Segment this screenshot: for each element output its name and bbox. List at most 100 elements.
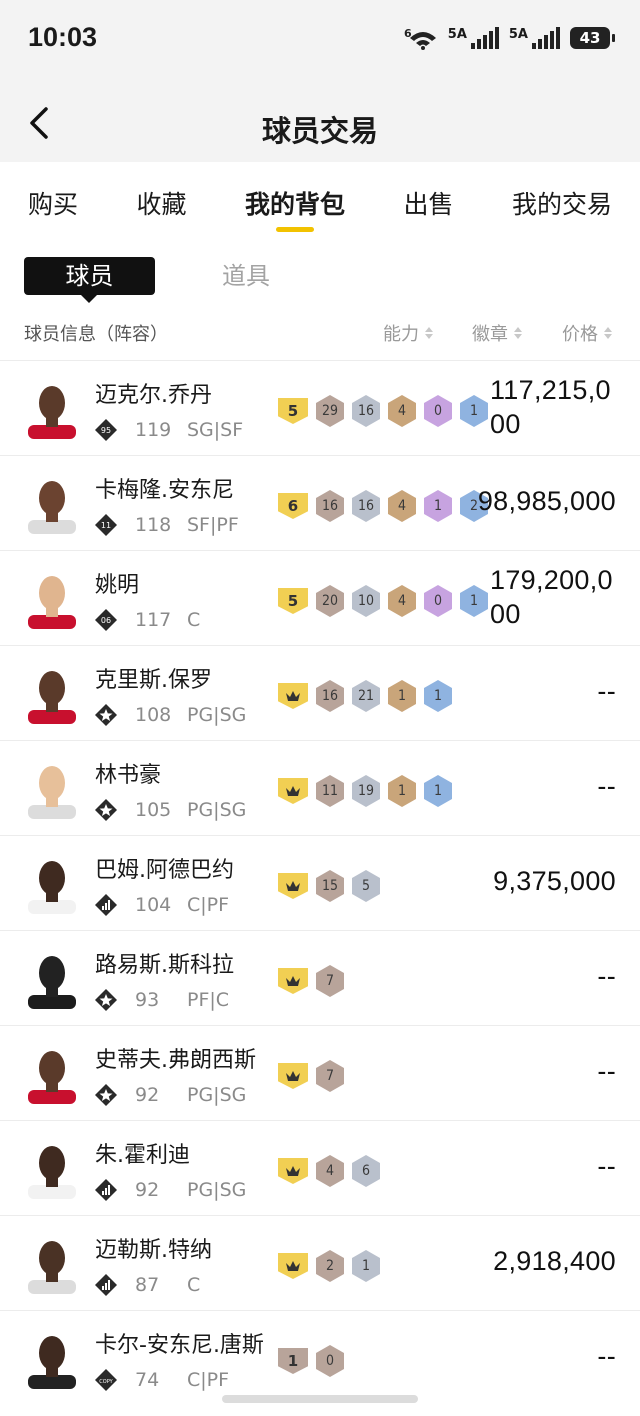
player-badges: 6 16 16 4 1 2 <box>278 490 488 522</box>
player-position: C|PF <box>187 1369 230 1391</box>
badge-count-copper: 16 <box>316 490 344 522</box>
player-name: 朱.霍利迪 <box>95 1143 190 1168</box>
player-overall: 87 <box>135 1274 160 1296</box>
badge-count-bronze: 4 <box>388 585 416 617</box>
player-badges: 10 <box>278 1345 344 1377</box>
player-avatar <box>28 1051 76 1104</box>
badge-count-purple: 0 <box>424 395 452 427</box>
crown-level-icon <box>278 1253 308 1279</box>
player-position: C|PF <box>187 894 230 916</box>
player-price: -- <box>597 1341 616 1371</box>
player-row[interactable]: 史蒂夫.弗朗西斯 92 PG|SG 7 -- <box>0 1025 640 1120</box>
player-avatar <box>28 956 76 1009</box>
player-row[interactable]: 卡梅隆.安东尼 11 118 SF|PF 6 16 16 4 1 2 98,985,000 <box>0 455 640 550</box>
sort-price-label: 价格 <box>562 324 598 345</box>
player-position: SF|PF <box>187 514 239 536</box>
tab-favorites[interactable]: 收藏 <box>136 162 186 240</box>
signal-icon-1: 5A <box>448 27 499 49</box>
player-row[interactable]: 巴姆.阿德巴约 104 C|PF 15 5 9,375,000 <box>0 835 640 930</box>
home-indicator[interactable] <box>222 1395 418 1403</box>
player-meta: 95 119 SG|SF <box>95 419 243 441</box>
player-name: 林书豪 <box>95 763 162 788</box>
player-row[interactable]: 克里斯.保罗 108 PG|SG 16 21 1 1 -- <box>0 645 640 740</box>
star-tier-icon <box>95 1084 117 1106</box>
crown-level-icon <box>278 873 308 899</box>
player-overall: 117 <box>135 609 172 631</box>
star-tier-icon <box>95 989 117 1011</box>
player-badges: 16 21 1 1 <box>278 680 452 712</box>
player-badges: 7 <box>278 1060 344 1092</box>
player-avatar <box>28 1146 76 1199</box>
player-overall: 105 <box>135 799 172 821</box>
column-header: 球员信息（阵容） 能力 徽章 价格 <box>0 318 640 358</box>
player-overall: 92 <box>135 1179 160 1201</box>
badge-count-blue: 1 <box>460 395 488 427</box>
player-list: 迈克尔.乔丹 95 119 SG|SF 5 29 16 4 0 1 117,215,000… <box>0 360 640 1405</box>
player-badges: 5 20 10 4 0 1 <box>278 585 488 617</box>
tier-label: 06 <box>101 616 111 625</box>
status-icons: 6 5A 5A 43 <box>404 26 615 50</box>
player-name: 姚明 <box>95 573 140 598</box>
tier-95-icon: 95 <box>95 419 117 441</box>
badge-count-bronze: 1 <box>388 775 416 807</box>
player-avatar <box>28 1336 76 1389</box>
badge-count-copper: 7 <box>316 1060 344 1092</box>
player-price: 98,985,000 <box>477 486 616 516</box>
player-price: -- <box>597 961 616 991</box>
sort-badge[interactable]: 徽章 <box>472 320 522 346</box>
player-meta: 92 PG|SG <box>95 1179 246 1201</box>
player-position: C <box>187 1274 201 1296</box>
player-overall: 118 <box>135 514 172 536</box>
sort-ability[interactable]: 能力 <box>383 320 433 346</box>
badge-count-copper: 0 <box>316 1345 344 1377</box>
badge-count-copper: 7 <box>316 965 344 997</box>
nav-bar: 球员交易 <box>0 80 640 162</box>
player-meta: 104 C|PF <box>95 894 229 916</box>
battery-icon: 43 <box>570 27 615 49</box>
player-price: -- <box>597 676 616 706</box>
sort-price[interactable]: 价格 <box>562 320 612 346</box>
main-tabs: 购买 收藏 我的背包 出售 我的交易 <box>0 162 640 240</box>
player-overall: 74 <box>135 1369 160 1391</box>
column-player-info: 球员信息（阵容） <box>24 324 168 345</box>
player-name: 卡尔-安东尼.唐斯 <box>95 1333 264 1358</box>
player-badges: 7 <box>278 965 344 997</box>
player-row[interactable]: 迈克尔.乔丹 95 119 SG|SF 5 29 16 4 0 1 117,215,000 <box>0 360 640 455</box>
player-row[interactable]: 林书豪 105 PG|SG 11 19 1 1 -- <box>0 740 640 835</box>
player-price: -- <box>597 1056 616 1086</box>
tab-buy[interactable]: 购买 <box>28 162 78 240</box>
crown-level-icon <box>278 683 308 709</box>
badge-count-purple: 1 <box>424 490 452 522</box>
subtab-items[interactable]: 道具 <box>181 257 311 295</box>
player-row[interactable]: 姚明 06 117 C 5 20 10 4 0 1 179,200,000 <box>0 550 640 645</box>
player-position: SG|SF <box>187 419 244 441</box>
badge-count-blue: 1 <box>460 585 488 617</box>
crown-level-icon <box>278 968 308 994</box>
sort-arrows-icon <box>425 327 433 339</box>
player-avatar <box>28 766 76 819</box>
player-meta: COPY 74 C|PF <box>95 1369 229 1391</box>
player-avatar <box>28 671 76 724</box>
sort-arrows-icon <box>604 327 612 339</box>
player-overall: 104 <box>135 894 172 916</box>
player-row[interactable]: 朱.霍利迪 92 PG|SG 46 -- <box>0 1120 640 1215</box>
badge-count-bronze: 4 <box>388 490 416 522</box>
player-name: 史蒂夫.弗朗西斯 <box>95 1048 256 1073</box>
player-position: C <box>187 609 201 631</box>
badge-count-silver: 5 <box>352 870 380 902</box>
copy-tier-icon: COPY <box>95 1369 117 1391</box>
player-row[interactable]: 路易斯.斯科拉 93 PF|C 7 -- <box>0 930 640 1025</box>
badge-count-silver: 16 <box>352 490 380 522</box>
player-price: -- <box>597 1151 616 1181</box>
subtab-players[interactable]: 球员 <box>24 257 155 303</box>
player-name: 巴姆.阿德巴约 <box>95 858 234 883</box>
player-avatar <box>28 861 76 914</box>
player-row[interactable]: 卡尔-安东尼.唐斯 COPY 74 C|PF 10 -- <box>0 1310 640 1405</box>
tab-my-backpack[interactable]: 我的背包 <box>245 162 345 240</box>
level-badge: 5 <box>278 398 308 424</box>
badge-count-silver: 6 <box>352 1155 380 1187</box>
tab-my-trades[interactable]: 我的交易 <box>512 162 612 240</box>
tab-sell[interactable]: 出售 <box>403 162 453 240</box>
player-row[interactable]: 迈勒斯.特纳 87 C 21 2,918,400 <box>0 1215 640 1310</box>
tier-label: 95 <box>101 426 111 435</box>
